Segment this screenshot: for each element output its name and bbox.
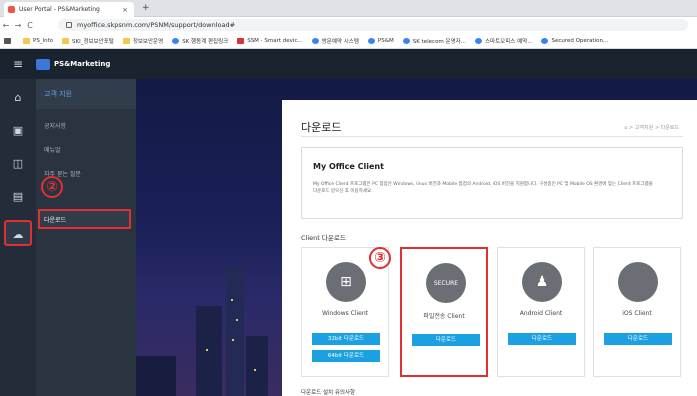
bookmark-sk-edit[interactable]: SK 행동계 편집링크	[172, 37, 228, 45]
client-name: Windows Client	[321, 310, 369, 317]
browser-tab-bar: User Portal - PS&Marketing × +	[0, 0, 697, 17]
download-file-transfer-button[interactable]: 다운로드	[412, 334, 480, 346]
favicon-icon	[8, 6, 15, 13]
home-icon[interactable]: ⌂	[11, 91, 25, 105]
new-tab-button[interactable]: +	[142, 3, 150, 13]
device-icon[interactable]: ◫	[11, 157, 25, 171]
page-title: 다운로드	[301, 121, 342, 134]
hamburger-menu-icon[interactable]: ≡	[0, 57, 36, 71]
site-icon	[311, 37, 319, 44]
app-logo[interactable]: PS&Marketing	[36, 58, 111, 70]
tab-close-icon[interactable]: ×	[122, 6, 128, 14]
download-android-button[interactable]: 다운로드	[508, 333, 576, 345]
breadcrumb: ⌂ > 고객지원 > 다운로드	[624, 125, 679, 131]
back-icon[interactable]: ←	[0, 21, 12, 30]
client-card-ios: iOS Client 다운로드	[593, 247, 681, 377]
info-box: My Office Client My Office Client 프로그램은 …	[301, 147, 683, 219]
menu-section-title: 고객 지원	[36, 79, 136, 109]
folder-icon	[122, 37, 130, 44]
step-2-badge: ②	[41, 176, 63, 198]
bookmark-psm[interactable]: PS&M	[367, 37, 394, 44]
bookmark-ps-info[interactable]: PS_Info	[23, 37, 53, 44]
ssm-icon	[237, 37, 245, 44]
address-bar-row: ← → C myoffice.skpsnm.com/PSNM/support/d…	[0, 17, 697, 33]
support-icon[interactable]: ☁	[4, 220, 32, 246]
bookmark-ski[interactable]: SKI_정보보안포털	[61, 37, 114, 45]
folder-icon	[61, 37, 69, 44]
content-card: 다운로드 ⌂ > 고객지원 > 다운로드 My Office Client My…	[282, 100, 697, 396]
site-icon	[402, 37, 410, 44]
lock-icon	[66, 22, 72, 28]
app-header: ≡ PS&Marketing	[0, 49, 697, 79]
client-card-file-transfer: SECURE 파일전송 Client 다운로드	[400, 247, 488, 377]
browser-tab[interactable]: User Portal - PS&Marketing ×	[4, 2, 134, 17]
forward-icon[interactable]: →	[12, 21, 24, 30]
site-icon	[541, 37, 549, 44]
reload-icon[interactable]: C	[24, 21, 36, 30]
menu-item-notice[interactable]: 공지사항	[44, 121, 66, 130]
download-32bit-button[interactable]: 32bit 다운로드	[312, 333, 380, 345]
bookmark-sk-telecom[interactable]: SK telecom 운영자...	[402, 37, 466, 45]
windows-icon: ⊞	[326, 262, 366, 302]
bookmark-visit[interactable]: 방문예약 시스템	[311, 37, 359, 45]
download-ios-button[interactable]: 다운로드	[604, 333, 672, 345]
client-card-android: ♟ Android Client 다운로드	[497, 247, 585, 377]
bookmark-secured-ops[interactable]: Secured Operation...	[541, 37, 608, 44]
url-text: myoffice.skpsnm.com/PSNM/support/downloa…	[77, 21, 236, 29]
install-notes-title: 다운로드 설치 유의사항	[301, 390, 356, 396]
monitor-icon[interactable]: ▣	[11, 124, 25, 138]
section-title-client: Client 다운로드	[301, 234, 346, 242]
info-text: My Office Client 프로그램은 PC 접점은 Windows, l…	[313, 182, 653, 194]
client-name: iOS Client	[622, 310, 652, 317]
android-icon: ♟	[522, 262, 562, 302]
apps-grid-icon[interactable]	[4, 37, 14, 44]
bookmark-ssm[interactable]: SSM - Smart devic...	[237, 37, 303, 44]
bookmark-security-ops[interactable]: 정보보안운영	[122, 37, 163, 45]
apple-icon	[618, 262, 658, 302]
side-menu: 고객 지원 공지사항 매뉴얼 자주 묻는 질문 다운로드	[36, 79, 136, 396]
logo-text: PS&Marketing	[54, 60, 111, 68]
title-divider	[301, 136, 683, 137]
menu-item-download[interactable]: 다운로드	[38, 209, 131, 229]
document-icon[interactable]: ▤	[11, 190, 25, 204]
secure-transfer-icon: SECURE	[426, 263, 466, 303]
client-name: Android Client	[519, 310, 563, 317]
site-icon	[367, 37, 375, 44]
site-icon	[474, 37, 482, 44]
download-64bit-button[interactable]: 64bit 다운로드	[312, 350, 380, 362]
icon-rail: ⌂ ▣ ◫ ▤ ☁	[0, 79, 36, 396]
bookmark-smart-office[interactable]: 스마트오피스 예약...	[474, 37, 532, 45]
folder-icon	[23, 37, 30, 44]
info-title: My Office Client	[313, 162, 384, 171]
bookmarks-bar: PS_Info SKI_정보보안포털 정보보안운영 SK 행동계 편집링크 SS…	[0, 33, 697, 49]
logo-icon	[36, 58, 50, 70]
menu-item-manual[interactable]: 매뉴얼	[44, 145, 61, 154]
globe-icon	[172, 37, 180, 44]
step-3-badge: ③	[369, 247, 391, 269]
tab-title: User Portal - PS&Marketing	[19, 6, 100, 13]
url-input[interactable]: myoffice.skpsnm.com/PSNM/support/downloa…	[58, 19, 688, 31]
client-name: 파일전송 Client	[423, 313, 465, 320]
